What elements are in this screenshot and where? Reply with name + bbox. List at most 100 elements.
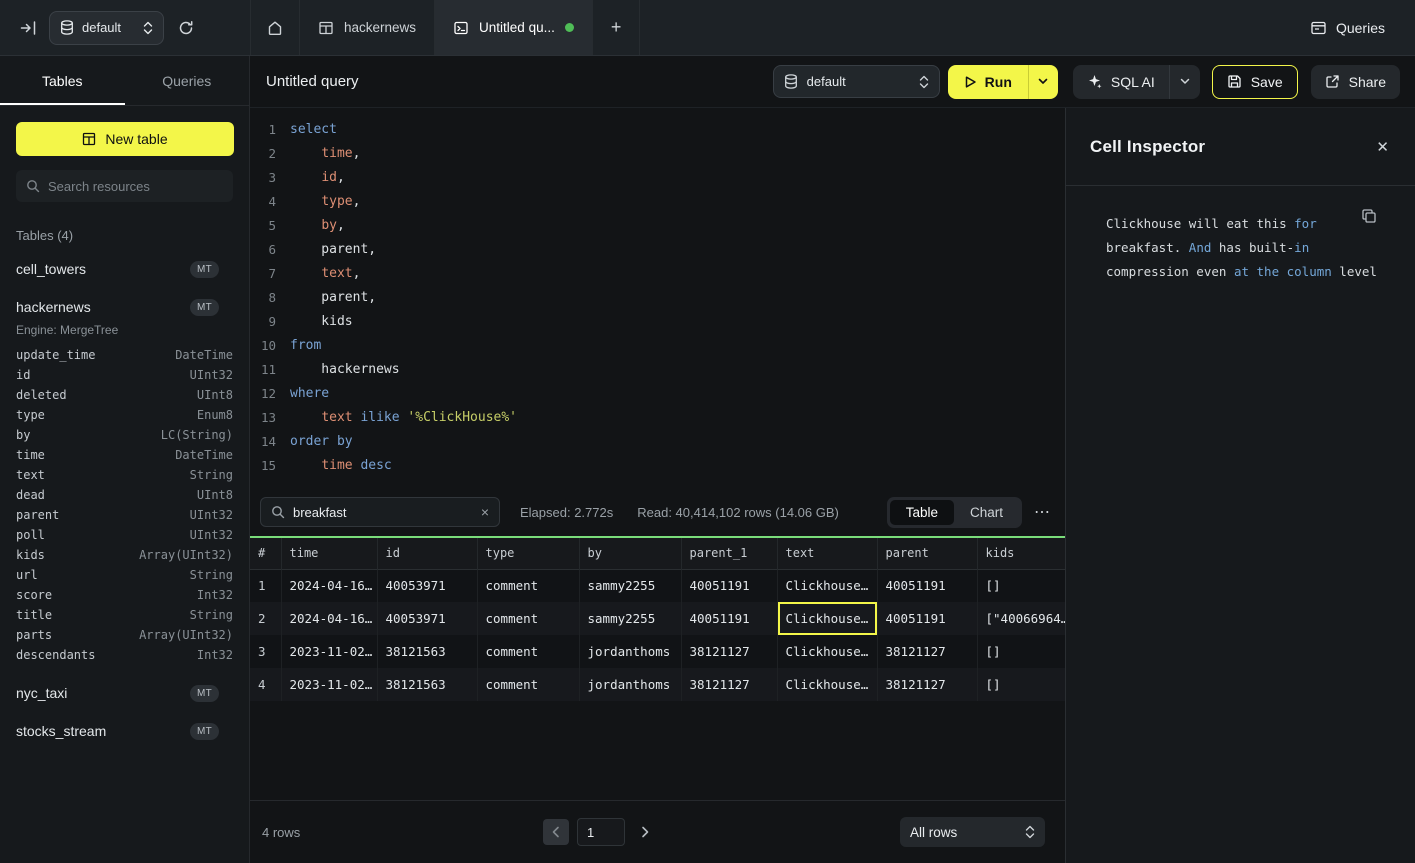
table-cell[interactable]: Clickhouse… xyxy=(777,635,877,668)
sidebar-tab-queries[interactable]: Queries xyxy=(125,56,250,105)
code-line[interactable]: 14order by xyxy=(250,430,1065,454)
table-cell[interactable]: 2024-04-16… xyxy=(281,602,377,635)
column-row[interactable]: byLC(String) xyxy=(0,425,249,445)
row-number-cell[interactable]: 3 xyxy=(250,635,281,668)
table-cell[interactable]: 38121127 xyxy=(877,635,977,668)
new-table-button[interactable]: New table xyxy=(16,122,234,156)
column-header[interactable]: parent xyxy=(877,537,977,569)
table-cell[interactable]: jordanthoms xyxy=(579,668,681,701)
column-row[interactable]: deadUInt8 xyxy=(0,485,249,505)
column-header[interactable]: id xyxy=(377,537,477,569)
sql-editor[interactable]: 1select2 time,3 id,4 type,5 by,6 parent,… xyxy=(250,108,1065,488)
table-cell[interactable]: jordanthoms xyxy=(579,635,681,668)
tab-untitled-query[interactable]: Untitled qu... xyxy=(435,0,593,55)
sidebar-table-stocks-stream[interactable]: stocks_stream MT xyxy=(0,719,249,743)
table-cell[interactable]: 40053971 xyxy=(377,569,477,602)
code-line[interactable]: 6 parent, xyxy=(250,238,1065,262)
code-line[interactable]: 4 type, xyxy=(250,190,1065,214)
column-row[interactable]: idUInt32 xyxy=(0,365,249,385)
refresh-icon[interactable] xyxy=(178,20,194,36)
sidebar-tab-tables[interactable]: Tables xyxy=(0,56,125,105)
database-selector[interactable]: default xyxy=(773,65,940,98)
row-number-cell[interactable]: 2 xyxy=(250,602,281,635)
table-cell[interactable]: Clickhouse… xyxy=(777,569,877,602)
table-cell[interactable]: 38121563 xyxy=(377,635,477,668)
code-line[interactable]: 7 text, xyxy=(250,262,1065,286)
column-row[interactable]: typeEnum8 xyxy=(0,405,249,425)
code-line[interactable]: 5 by, xyxy=(250,214,1065,238)
row-number-cell[interactable]: 1 xyxy=(250,569,281,602)
column-row[interactable]: titleString xyxy=(0,605,249,625)
view-chart-button[interactable]: Chart xyxy=(954,500,1019,525)
expand-sidebar-icon[interactable] xyxy=(20,20,37,36)
column-row[interactable]: kidsArray(UInt32) xyxy=(0,545,249,565)
column-row[interactable]: textString xyxy=(0,465,249,485)
column-row[interactable]: parentUInt32 xyxy=(0,505,249,525)
table-cell[interactable]: comment xyxy=(477,569,579,602)
table-cell[interactable]: comment xyxy=(477,668,579,701)
new-tab-button[interactable]: + xyxy=(593,0,641,55)
table-cell[interactable]: sammy2255 xyxy=(579,602,681,635)
table-cell[interactable]: 2024-04-16… xyxy=(281,569,377,602)
code-line[interactable]: 8 parent, xyxy=(250,286,1065,310)
table-cell[interactable]: 38121127 xyxy=(877,668,977,701)
save-button[interactable]: Save xyxy=(1212,65,1298,99)
table-cell[interactable]: Clickhouse… xyxy=(777,668,877,701)
table-cell[interactable]: 40051191 xyxy=(877,602,977,635)
run-button[interactable]: Run xyxy=(948,65,1028,99)
code-line[interactable]: 2 time, xyxy=(250,142,1065,166)
code-line[interactable]: 11 hackernews xyxy=(250,358,1065,382)
column-row[interactable]: pollUInt32 xyxy=(0,525,249,545)
table-cell[interactable]: 40051191 xyxy=(877,569,977,602)
run-options-caret[interactable] xyxy=(1028,65,1058,99)
page-size-selector[interactable]: All rows xyxy=(900,817,1045,847)
column-row[interactable]: update_timeDateTime xyxy=(0,345,249,365)
sql-ai-button[interactable]: SQL AI xyxy=(1073,65,1169,99)
code-line[interactable]: 15 time desc xyxy=(250,454,1065,478)
code-line[interactable]: 9 kids xyxy=(250,310,1065,334)
copy-icon[interactable] xyxy=(1361,208,1377,224)
more-options-icon[interactable]: ⋯ xyxy=(1034,502,1051,522)
table-cell[interactable]: [] xyxy=(977,635,1065,668)
table-cell[interactable]: 2023-11-02… xyxy=(281,668,377,701)
column-header[interactable]: # xyxy=(250,537,281,569)
column-row[interactable]: descendantsInt32 xyxy=(0,645,249,665)
column-header[interactable]: by xyxy=(579,537,681,569)
table-cell[interactable]: [] xyxy=(977,668,1065,701)
table-cell[interactable]: ["40066964… xyxy=(977,602,1065,635)
code-line[interactable]: 13 text ilike '%ClickHouse%' xyxy=(250,406,1065,430)
column-row[interactable]: partsArray(UInt32) xyxy=(0,625,249,645)
results-search[interactable]: × xyxy=(260,497,500,527)
table-cell[interactable]: comment xyxy=(477,602,579,635)
column-header[interactable]: type xyxy=(477,537,579,569)
column-header[interactable]: text xyxy=(777,537,877,569)
queries-button[interactable]: Queries xyxy=(1310,20,1385,36)
code-line[interactable]: 12where xyxy=(250,382,1065,406)
tab-hackernews[interactable]: hackernews xyxy=(300,0,435,55)
table-cell[interactable]: 38121563 xyxy=(377,668,477,701)
table-cell[interactable]: 40051191 xyxy=(681,569,777,602)
next-page-button[interactable] xyxy=(641,826,649,838)
table-cell[interactable]: 38121127 xyxy=(681,635,777,668)
sidebar-table-cell-towers[interactable]: cell_towers MT xyxy=(0,257,249,281)
table-cell[interactable]: sammy2255 xyxy=(579,569,681,602)
code-line[interactable]: 1select xyxy=(250,118,1065,142)
close-icon[interactable]: ✕ xyxy=(1376,138,1389,156)
sidebar-search-input[interactable] xyxy=(48,179,223,194)
table-cell[interactable]: [] xyxy=(977,569,1065,602)
table-cell[interactable]: comment xyxy=(477,635,579,668)
sidebar-table-nyc-taxi[interactable]: nyc_taxi MT xyxy=(0,681,249,705)
column-row[interactable]: timeDateTime xyxy=(0,445,249,465)
clear-search-icon[interactable]: × xyxy=(481,505,489,519)
table-cell[interactable]: 2023-11-02… xyxy=(281,635,377,668)
topbar-database-selector[interactable]: default xyxy=(49,11,164,45)
sidebar-search[interactable] xyxy=(16,170,233,202)
column-row[interactable]: urlString xyxy=(0,565,249,585)
column-header[interactable]: time xyxy=(281,537,377,569)
code-line[interactable]: 10from xyxy=(250,334,1065,358)
code-line[interactable]: 3 id, xyxy=(250,166,1065,190)
row-number-cell[interactable]: 4 xyxy=(250,668,281,701)
sidebar-table-hackernews[interactable]: hackernews MT xyxy=(0,295,249,319)
previous-page-button[interactable] xyxy=(543,819,569,845)
table-cell[interactable]: Clickhouse… xyxy=(777,602,877,635)
